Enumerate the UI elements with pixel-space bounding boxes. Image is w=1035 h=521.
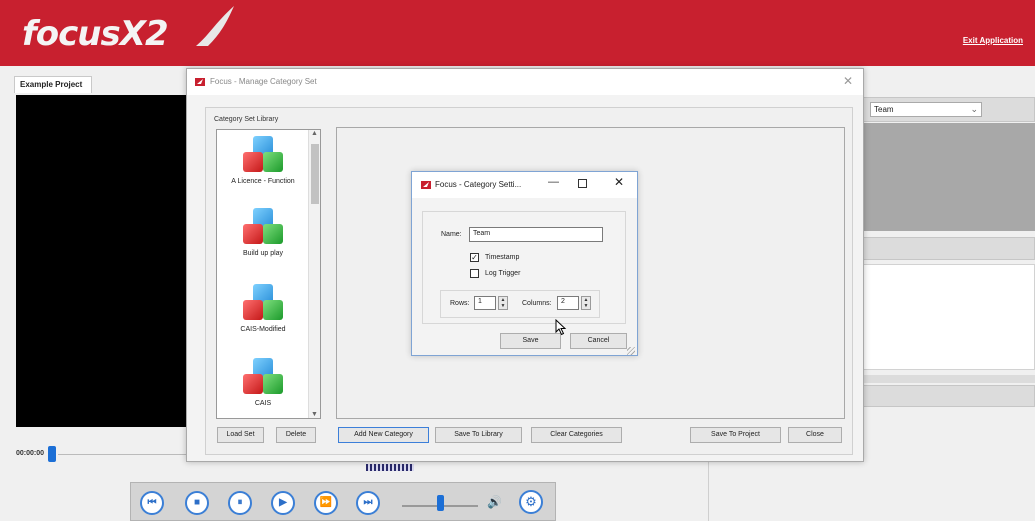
pause-button[interactable]: ⏸: [228, 491, 252, 515]
columns-label: Columns:: [522, 300, 552, 307]
timestamp-label: Timestamp: [485, 254, 520, 261]
app-header-bar: focusX2 Exit Application: [0, 0, 1035, 66]
name-label: Name:: [441, 231, 462, 238]
right-panel-bar-2: [858, 385, 1035, 407]
chevron-down-icon: ⌄: [970, 104, 978, 114]
category-set-library-list[interactable]: A Licence - Function Build up play CAIS-…: [216, 129, 321, 419]
fast-forward-icon: ⏩: [319, 497, 333, 508]
focus-app-icon: [421, 181, 431, 189]
load-set-button[interactable]: Load Set: [217, 427, 264, 443]
cancel-button[interactable]: Cancel: [570, 333, 627, 349]
focus-app-icon: [195, 78, 205, 86]
timestamp-checkbox[interactable]: ✓: [470, 253, 479, 262]
category-set-icon: [243, 358, 283, 396]
clear-categories-button[interactable]: Clear Categories: [531, 427, 622, 443]
minimize-icon[interactable]: —: [548, 176, 559, 188]
list-item[interactable]: CAIS: [219, 358, 307, 407]
skip-forward-icon: ⏭: [363, 497, 373, 508]
close-button[interactable]: Close: [788, 427, 842, 443]
list-item-label: A Licence - Function: [231, 178, 295, 185]
play-icon: ▶: [279, 497, 287, 508]
log-trigger-label: Log Trigger: [485, 270, 521, 277]
stop-icon: ■: [193, 497, 201, 508]
pause-icon: ⏸: [237, 497, 243, 508]
save-to-library-button[interactable]: Save To Library: [435, 427, 522, 443]
video-player[interactable]: [16, 95, 192, 427]
timeline-scrubber-handle[interactable]: [48, 446, 56, 462]
fast-forward-button[interactable]: ⏩: [314, 491, 338, 515]
category-set-icon: [243, 136, 283, 174]
category-set-icon: [243, 208, 283, 246]
film-strip-icon: [366, 464, 414, 471]
add-new-category-button[interactable]: Add New Category: [338, 427, 429, 443]
rows-label: Rows:: [450, 300, 470, 307]
close-icon[interactable]: ✕: [614, 175, 624, 189]
category-set-library-label: Category Set Library: [214, 116, 279, 123]
logo-swoosh-icon: [196, 6, 234, 46]
tab-example-project[interactable]: Example Project: [14, 76, 92, 93]
volume-slider-handle[interactable]: [437, 495, 444, 511]
save-to-project-button[interactable]: Save To Project: [690, 427, 781, 443]
list-item[interactable]: A Licence - Function: [219, 136, 307, 185]
settings-title-bar[interactable]: Focus - Category Setti... — ✕: [412, 172, 637, 198]
log-trigger-checkbox[interactable]: [470, 269, 479, 278]
list-item[interactable]: CAIS-Modified: [219, 284, 307, 333]
right-panel-preview: [858, 123, 1035, 231]
settings-dialog-title: Focus - Category Setti...: [435, 180, 522, 189]
exit-application-link[interactable]: Exit Application: [963, 36, 1023, 45]
resize-grip-icon[interactable]: [627, 347, 635, 355]
skip-forward-button[interactable]: ⏭: [356, 491, 380, 515]
settings-button[interactable]: ⚙: [519, 490, 543, 514]
play-button[interactable]: ▶: [271, 491, 295, 515]
scroll-down-icon[interactable]: ▼: [311, 411, 318, 418]
save-button[interactable]: Save: [500, 333, 561, 349]
delete-button[interactable]: Delete: [276, 427, 316, 443]
right-panel-bar: [858, 237, 1035, 260]
scrollbar-thumb[interactable]: [311, 144, 319, 204]
columns-stepper-arrows-icon[interactable]: ▲ ▼: [581, 296, 591, 310]
timecode-display: 00:00:00: [16, 450, 45, 457]
list-item[interactable]: Build up play: [219, 208, 307, 257]
gear-icon: ⚙: [525, 494, 537, 509]
timeline-track[interactable]: [58, 454, 190, 455]
name-field[interactable]: Team: [469, 227, 603, 242]
app-logo: focusX2: [22, 14, 169, 54]
team-dropdown-value: Team: [874, 105, 894, 114]
rows-stepper-arrows-icon[interactable]: ▲ ▼: [498, 296, 508, 310]
category-set-icon: [243, 284, 283, 322]
list-item-label: CAIS-Modified: [240, 326, 286, 333]
columns-stepper[interactable]: 2: [557, 296, 579, 310]
right-panel-content: [858, 264, 1035, 370]
panel-separator: [708, 462, 709, 521]
library-scrollbar[interactable]: ▲ ▼: [308, 130, 320, 418]
dialog-title: Focus - Manage Category Set: [210, 77, 317, 86]
right-panel-divider: [858, 375, 1035, 383]
skip-back-button[interactable]: ⏮: [140, 491, 164, 515]
volume-icon[interactable]: 🔊: [487, 495, 502, 509]
maximize-icon[interactable]: [578, 179, 587, 188]
list-item-label: CAIS: [254, 400, 272, 407]
skip-back-icon: ⏮: [147, 497, 157, 508]
dialog-title-bar[interactable]: Focus - Manage Category Set ✕: [187, 69, 863, 95]
rows-stepper[interactable]: 1: [474, 296, 496, 310]
stop-button[interactable]: ■: [185, 491, 209, 515]
close-icon[interactable]: ✕: [843, 74, 853, 88]
list-item-label: Build up play: [242, 250, 284, 257]
scroll-up-icon[interactable]: ▲: [311, 130, 318, 137]
mouse-cursor-icon: [555, 319, 567, 336]
team-dropdown[interactable]: Team ⌄: [870, 102, 982, 117]
